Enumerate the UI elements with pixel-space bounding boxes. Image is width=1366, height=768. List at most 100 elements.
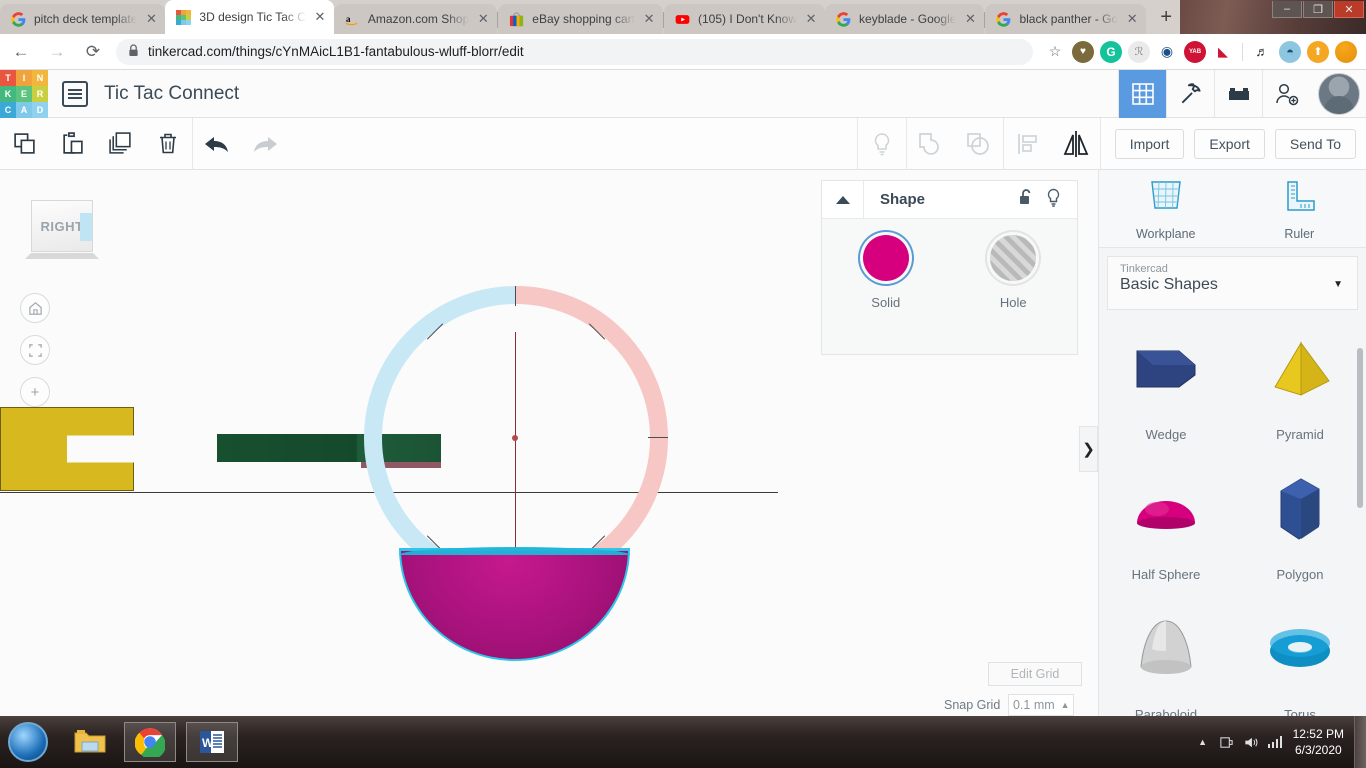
close-icon[interactable]: ✕ bbox=[1122, 9, 1142, 29]
yab-extension-icon[interactable]: YAB bbox=[1184, 40, 1206, 63]
zoom-in-button[interactable]: + bbox=[20, 377, 50, 407]
show-hidden-icons-button[interactable]: ▲ bbox=[1191, 737, 1215, 747]
browser-tab-5[interactable]: keyblade - Google ✕ bbox=[825, 4, 985, 34]
blocks-view-button[interactable] bbox=[1118, 69, 1166, 118]
half-sphere-shape[interactable] bbox=[399, 548, 630, 661]
home-view-button[interactable] bbox=[20, 293, 50, 323]
paste-button[interactable] bbox=[48, 118, 96, 170]
group-button[interactable] bbox=[907, 118, 955, 170]
undo-button[interactable] bbox=[193, 118, 241, 170]
volume-icon[interactable] bbox=[1239, 735, 1263, 750]
copy-button[interactable] bbox=[0, 118, 48, 170]
word-taskbar-item[interactable]: W bbox=[186, 722, 238, 762]
sidebar-scrollbar[interactable] bbox=[1357, 348, 1363, 508]
forward-icon[interactable]: → bbox=[42, 37, 72, 67]
delete-button[interactable] bbox=[144, 118, 192, 170]
pyramid-icon bbox=[1261, 334, 1339, 406]
window-controls: – ❐ ✕ bbox=[1271, 1, 1364, 18]
new-tab-button[interactable]: + bbox=[1152, 3, 1180, 31]
close-icon[interactable]: ✕ bbox=[141, 9, 161, 29]
shape-item-polygon[interactable]: Polygon bbox=[1233, 456, 1366, 596]
pocket-icon[interactable]: ◓ bbox=[1279, 40, 1301, 63]
solid-swatch[interactable] bbox=[862, 235, 909, 281]
logo-cell: C bbox=[0, 101, 16, 118]
close-icon[interactable]: ✕ bbox=[310, 7, 330, 27]
ungroup-button[interactable] bbox=[955, 118, 1003, 170]
bookmark-star-icon[interactable]: ☆ bbox=[1044, 41, 1066, 63]
update-icon[interactable]: ⬆ bbox=[1307, 40, 1329, 63]
browser-extensions: ☆ ♥ G ℛ ◉ YAB ◣ ♬ ◓ ⬆ bbox=[1041, 40, 1366, 63]
close-icon[interactable]: ✕ bbox=[801, 9, 821, 29]
tinkercad-logo-icon[interactable]: T I N K E R C A D bbox=[0, 69, 48, 118]
google-icon bbox=[835, 11, 851, 27]
browser-tab-1[interactable]: 3D design Tic Tac C ✕ bbox=[165, 0, 334, 34]
snap-grid-select[interactable]: 0.1 mm ▲ bbox=[1008, 694, 1075, 716]
unlock-icon[interactable] bbox=[1018, 188, 1034, 212]
file-explorer-taskbar-item[interactable] bbox=[64, 722, 116, 762]
removable-media-icon[interactable] bbox=[1215, 735, 1239, 750]
shape-item-pyramid[interactable]: Pyramid bbox=[1233, 316, 1366, 456]
shape-item-wedge[interactable]: Wedge bbox=[1099, 316, 1233, 456]
export-button[interactable]: Export bbox=[1194, 128, 1265, 159]
logo-cell: N bbox=[32, 69, 48, 86]
browser-tab-2[interactable]: a Amazon.com Shop ✕ bbox=[333, 4, 498, 34]
playlist-icon[interactable]: ♬ bbox=[1251, 40, 1273, 63]
shape-item-torus[interactable]: Torus bbox=[1233, 596, 1366, 716]
close-icon[interactable]: ✕ bbox=[473, 9, 493, 29]
shield-extension-icon[interactable]: ♥ bbox=[1072, 40, 1094, 63]
shape-item-paraboloid[interactable]: Paraboloid bbox=[1099, 596, 1233, 716]
align-button[interactable] bbox=[1004, 118, 1052, 170]
network-icon[interactable] bbox=[1263, 735, 1287, 749]
fit-to-view-button[interactable] bbox=[20, 335, 50, 365]
start-button[interactable] bbox=[8, 722, 48, 762]
shape-item-half-sphere[interactable]: Half Sphere bbox=[1099, 456, 1233, 596]
codeblocks-button[interactable] bbox=[1166, 69, 1214, 118]
browser-tab-0[interactable]: pitch deck template ✕ bbox=[0, 4, 166, 34]
back-icon[interactable]: ← bbox=[6, 37, 36, 67]
redo-button[interactable] bbox=[241, 118, 289, 170]
play-extension-icon[interactable]: ◉ bbox=[1156, 40, 1178, 63]
view-cube[interactable]: RIGHT bbox=[31, 200, 93, 252]
avatar[interactable] bbox=[1318, 72, 1360, 115]
lightbulb-icon[interactable] bbox=[1046, 188, 1061, 212]
browser-tab-3[interactable]: eBay shopping cart ✕ bbox=[498, 4, 664, 34]
workplane-tool[interactable]: Workplane bbox=[1099, 170, 1233, 247]
close-icon[interactable]: ✕ bbox=[639, 9, 659, 29]
duplicate-button[interactable] bbox=[96, 118, 144, 170]
grammarly-icon[interactable]: G bbox=[1100, 40, 1122, 63]
browser-tab-6[interactable]: black panther - Go ✕ bbox=[985, 4, 1147, 34]
maximize-button[interactable]: ❐ bbox=[1303, 1, 1333, 18]
invite-people-button[interactable] bbox=[1262, 69, 1310, 118]
shape-grid-row: Paraboloid Torus bbox=[1099, 596, 1366, 716]
window-close-button[interactable]: ✕ bbox=[1334, 1, 1364, 18]
mirror-button[interactable] bbox=[1052, 118, 1100, 170]
reload-icon[interactable]: ⟳ bbox=[78, 37, 108, 67]
hint-button[interactable] bbox=[858, 118, 906, 170]
hole-swatch[interactable] bbox=[990, 235, 1037, 281]
collapse-panel-button[interactable] bbox=[822, 180, 864, 219]
close-icon[interactable]: ✕ bbox=[960, 9, 980, 29]
shape-solid-option[interactable]: Solid bbox=[822, 235, 950, 310]
brick-button[interactable] bbox=[1214, 69, 1262, 118]
avatar[interactable] bbox=[1335, 40, 1357, 63]
sidebar-tools: Workplane Ruler bbox=[1099, 170, 1366, 248]
project-list-icon[interactable] bbox=[62, 80, 88, 107]
ruler-tool[interactable]: Ruler bbox=[1233, 170, 1366, 247]
shape-library-select[interactable]: Tinkercad Basic Shapes ▼ bbox=[1107, 256, 1358, 310]
rotation-gizmo[interactable] bbox=[364, 286, 668, 590]
script-extension-icon[interactable]: ℛ bbox=[1128, 40, 1150, 63]
chrome-taskbar-item[interactable] bbox=[124, 722, 176, 762]
polygon-icon bbox=[1261, 474, 1339, 546]
shape-hole-option[interactable]: Hole bbox=[950, 235, 1078, 310]
send-to-button[interactable]: Send To bbox=[1274, 128, 1356, 159]
browser-tab-4[interactable]: (105) I Don't Know ✕ bbox=[664, 4, 826, 34]
address-bar[interactable]: tinkercad.com/things/cYnMAicL1B1-fantabu… bbox=[116, 38, 1033, 65]
yellow-stepped-shape[interactable] bbox=[0, 407, 134, 491]
sidebar-collapse-toggle[interactable]: ❯ bbox=[1079, 426, 1098, 472]
edit-grid-button[interactable]: Edit Grid bbox=[988, 662, 1082, 686]
import-button[interactable]: Import bbox=[1114, 128, 1185, 159]
megaphone-extension-icon[interactable]: ◣ bbox=[1212, 40, 1234, 63]
show-desktop-button[interactable] bbox=[1354, 716, 1366, 768]
taskbar-clock[interactable]: 12:52 PM 6/3/2020 bbox=[1287, 726, 1354, 758]
minimize-button[interactable]: – bbox=[1272, 1, 1302, 18]
